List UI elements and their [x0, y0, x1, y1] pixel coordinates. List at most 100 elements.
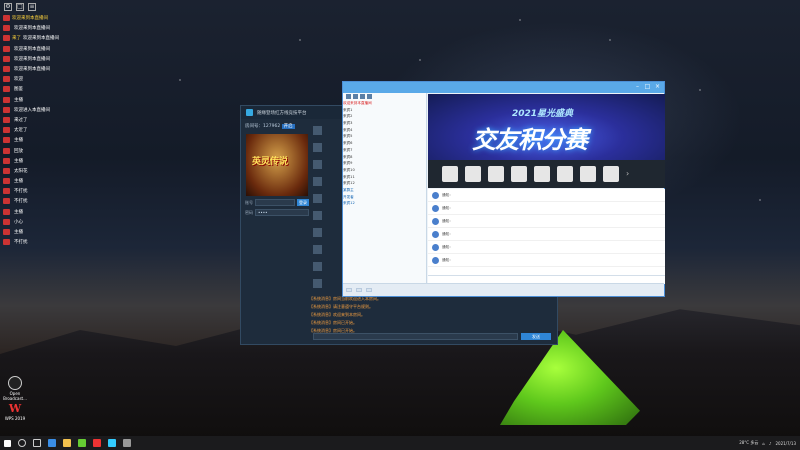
edge-icon[interactable] — [48, 439, 56, 447]
tree-node[interactable]: 来宾6 — [343, 141, 426, 148]
tree-node[interactable]: 来宾7 — [343, 148, 426, 155]
tree-node[interactable]: 开发者 — [343, 195, 426, 202]
desktop-icon-obs[interactable]: Open Broadcast... — [2, 376, 28, 401]
contact-tree: 欢迎来到本直播间 来宾1 来宾2 来宾3 来宾4 来宾5 来宾6 来宾7 来宾8 来宾9 来宾10 来… — [343, 93, 427, 296]
tree-node[interactable]: 某群主 — [343, 188, 426, 195]
bottom-button[interactable] — [366, 288, 372, 292]
network-icon[interactable]: ⌂ — [762, 441, 765, 446]
chat-nickname[interactable]: 欢迎来到本直播间 — [12, 15, 48, 21]
tree-node[interactable]: 来宾10 — [343, 168, 426, 175]
level-badge-icon — [3, 86, 10, 93]
avatar[interactable] — [432, 230, 439, 238]
gift-icon[interactable] — [488, 166, 504, 182]
level-badge-icon — [3, 208, 10, 215]
tree-node[interactable]: 来宾12 — [343, 201, 426, 208]
level-badge-icon — [3, 35, 10, 42]
gift-icon[interactable] — [557, 166, 573, 182]
app-icon[interactable] — [123, 439, 131, 447]
game-poster[interactable]: 英灵传说 — [246, 134, 308, 196]
maximize-icon[interactable]: □ — [644, 84, 651, 91]
chat-text: 主播 — [14, 209, 23, 215]
search-icon[interactable] — [18, 439, 26, 447]
tool-icon[interactable] — [353, 94, 358, 99]
chat-message: 欢迎来到本直播间 — [0, 23, 104, 33]
gift-icon[interactable] — [534, 166, 550, 182]
chat-toolbar: ⚙ □ ≡ — [0, 0, 104, 13]
qq-chat-window: – □ × 欢迎来到本直播间 来宾1 来宾2 来宾3 来宾4 来宾5 来宾6 来宾7 来宾8 来宾… — [342, 81, 665, 297]
square-icon[interactable]: □ — [16, 2, 24, 11]
qq-message: 通知： — [428, 215, 665, 228]
login-button[interactable]: 登录 — [297, 199, 309, 206]
tool-icon[interactable] — [360, 94, 365, 99]
gift-icon[interactable] — [603, 166, 619, 182]
avatar — [313, 160, 322, 169]
avatar — [313, 262, 322, 271]
send-button[interactable]: 发送 — [521, 332, 551, 340]
tree-node[interactable]: 来宾9 — [343, 161, 426, 168]
chat-message: 欢迎来到本直播间 — [0, 44, 104, 54]
chat-text: 欢迎 — [14, 77, 23, 83]
folder-icon[interactable] — [63, 439, 71, 447]
weather-widget[interactable]: 28°C 多云 — [739, 440, 758, 446]
chat-message-list: 欢迎来到本直播间 欢迎来到本直播间 来了 欢迎来到本直播间 欢迎来到本直播间 欢迎来到本直… — [0, 13, 104, 247]
app-icon[interactable] — [93, 439, 101, 447]
chat-message: 欢迎 — [0, 74, 104, 84]
desktop-icon-label: Open Broadcast... — [3, 391, 27, 401]
tree-node[interactable]: 来宾8 — [343, 155, 426, 162]
settings-icon[interactable]: ⚙ — [4, 2, 12, 11]
tool-icon[interactable] — [367, 94, 372, 99]
password-label: 密码 — [245, 209, 253, 215]
gift-icon[interactable] — [465, 166, 481, 182]
tree-node[interactable]: 来宾4 — [343, 128, 426, 135]
level-badge-icon — [3, 116, 10, 123]
tree-node[interactable]: 来宾2 — [343, 114, 426, 121]
chat-message: 太阳花 — [0, 166, 104, 176]
account-label: 账号 — [245, 199, 253, 205]
bottom-button[interactable] — [346, 288, 352, 292]
chat-message: 来了 欢迎来到本直播间 — [0, 33, 104, 43]
app-icon[interactable] — [108, 439, 116, 447]
avatar[interactable] — [432, 191, 439, 199]
gift-icon[interactable] — [442, 166, 458, 182]
desktop-icon-wps[interactable]: W WPS 2019 — [2, 403, 28, 422]
account-field[interactable] — [255, 199, 295, 206]
task-view-icon[interactable] — [33, 439, 41, 447]
game-chat-input[interactable] — [313, 332, 518, 340]
level-badge-icon — [3, 157, 10, 164]
level-badge-icon — [3, 137, 10, 144]
avatar[interactable] — [432, 243, 439, 251]
chevron-right-icon[interactable]: › — [626, 169, 632, 179]
chat-nickname[interactable]: 来了 — [12, 35, 21, 41]
tree-node[interactable]: 来宾1 — [343, 108, 426, 115]
chat-message: 主播 — [0, 156, 104, 166]
qq-message-list: 通知： 通知： 通知： 通知： 通知： 通知： — [428, 189, 665, 275]
gift-icon[interactable] — [580, 166, 596, 182]
clock-date: 2021/7/13 — [775, 440, 796, 446]
bottom-button[interactable] — [356, 288, 362, 292]
tree-node[interactable]: 来宾12 — [343, 181, 426, 188]
qq-message: 通知： — [428, 254, 665, 267]
tree-node[interactable]: 来宾5 — [343, 134, 426, 141]
gift-icon[interactable] — [511, 166, 527, 182]
avatar[interactable] — [432, 217, 439, 225]
avatar[interactable] — [432, 256, 439, 264]
volume-icon[interactable]: ♪ — [769, 441, 772, 446]
app-icon[interactable] — [78, 439, 86, 447]
room-id: 房间号：127962 开启 — [244, 120, 310, 132]
tree-node[interactable]: 欢迎来到本直播间 — [343, 101, 426, 108]
menu-icon[interactable]: ≡ — [28, 2, 36, 11]
tree-node[interactable]: 来宾3 — [343, 121, 426, 128]
tree-node[interactable]: 来宾11 — [343, 175, 426, 182]
clock[interactable]: 2021/7/13 — [775, 441, 796, 446]
minimize-icon[interactable]: – — [634, 84, 641, 91]
close-icon[interactable]: × — [654, 84, 661, 91]
chat-text: 不打扰 — [14, 189, 28, 195]
avatar[interactable] — [432, 204, 439, 212]
level-badge-icon — [3, 178, 10, 185]
start-icon[interactable] — [4, 439, 11, 447]
room-tag[interactable]: 开启 — [281, 124, 295, 129]
qq-message: 通知： — [428, 202, 665, 215]
tool-icon[interactable] — [346, 94, 351, 99]
event-banner[interactable]: 2021星光盛典 交友积分赛 — [428, 94, 665, 166]
password-field[interactable]: •••• — [255, 209, 309, 216]
